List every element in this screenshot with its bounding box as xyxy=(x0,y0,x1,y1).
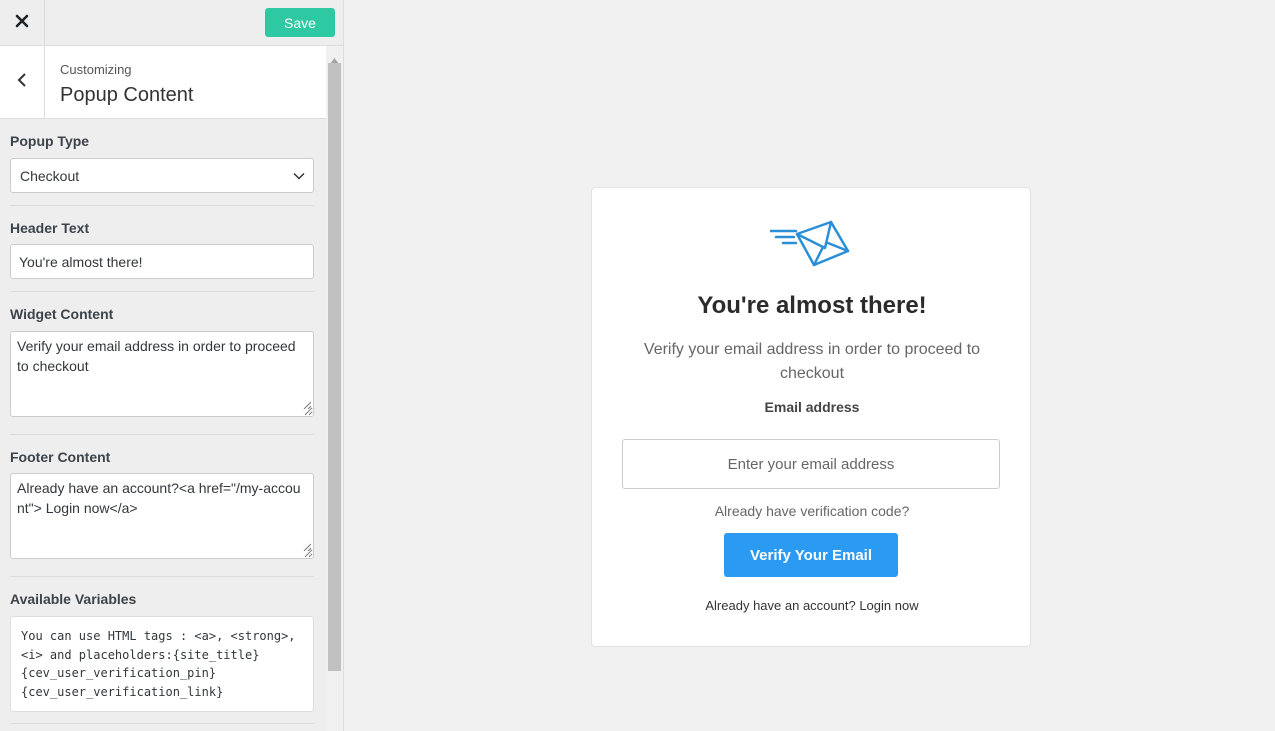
section-title: Popup Content xyxy=(60,84,194,106)
divider xyxy=(10,576,314,577)
close-button[interactable] xyxy=(0,0,45,46)
chevron-left-icon xyxy=(16,72,28,93)
popup-content: Verify your email address in order to pr… xyxy=(643,341,981,382)
widget-content-control: Widget Content Verify your email address… xyxy=(10,306,314,417)
popup-type-control: Popup Type Checkout xyxy=(10,133,314,193)
close-icon xyxy=(15,14,29,33)
popup-type-value: Checkout xyxy=(20,167,80,184)
email-input[interactable] xyxy=(622,439,1000,489)
available-variables-box: You can use HTML tags : <a>, <strong>, <… xyxy=(10,616,314,712)
available-variables-control: Available Variables You can use HTML tag… xyxy=(10,591,314,712)
divider xyxy=(10,291,314,292)
envelope-icon xyxy=(768,218,854,275)
save-button[interactable]: Save xyxy=(265,8,335,37)
resize-grip-icon[interactable] xyxy=(303,394,312,414)
scroll-thumb[interactable] xyxy=(328,63,341,671)
popup-footer: Already have an account? Login now xyxy=(592,598,1032,613)
verify-email-button[interactable]: Verify Your Email xyxy=(724,533,898,577)
section-subtitle: Customizing xyxy=(60,62,132,77)
header-text-input[interactable] xyxy=(10,244,314,279)
back-button[interactable] xyxy=(0,46,45,118)
divider xyxy=(10,723,314,724)
footer-text: Already have an account? xyxy=(705,598,856,613)
resize-grip-icon[interactable] xyxy=(303,536,312,556)
footer-content-label: Footer Content xyxy=(10,449,111,465)
popup-type-select[interactable]: Checkout xyxy=(10,158,314,193)
available-variables-label: Available Variables xyxy=(10,591,137,607)
verification-popup: You're almost there! Verify your email a… xyxy=(591,187,1031,647)
widget-content-textarea[interactable]: Verify your email address in order to pr… xyxy=(10,331,314,417)
header-text-label: Header Text xyxy=(10,220,90,236)
customizer-sidebar: Save Customizing Popup Content Popup Typ… xyxy=(0,0,344,731)
widget-content-label: Widget Content xyxy=(10,306,114,322)
popup-type-label: Popup Type xyxy=(10,133,90,149)
widget-content-value: Verify your email address in order to pr… xyxy=(17,338,296,374)
login-link[interactable]: Login now xyxy=(859,598,918,613)
verification-code-link[interactable]: Already have verification code? xyxy=(592,503,1032,519)
section-header: Customizing Popup Content xyxy=(0,46,326,119)
divider xyxy=(10,205,314,206)
preview-area: You're almost there! Verify your email a… xyxy=(344,0,1275,731)
chevron-down-icon xyxy=(293,169,305,185)
email-label: Email address xyxy=(764,399,860,415)
customizer-topbar: Save xyxy=(0,0,343,46)
header-text-control: Header Text xyxy=(10,220,314,279)
footer-content-textarea[interactable]: Already have an account?<a href="/my-acc… xyxy=(10,473,314,559)
divider xyxy=(10,434,314,435)
footer-content-value: Already have an account?<a href="/my-acc… xyxy=(17,480,301,516)
sidebar-scrollbar[interactable] xyxy=(326,46,343,731)
popup-title: You're almost there! xyxy=(697,292,927,319)
footer-content-control: Footer Content Already have an account?<… xyxy=(10,449,314,559)
